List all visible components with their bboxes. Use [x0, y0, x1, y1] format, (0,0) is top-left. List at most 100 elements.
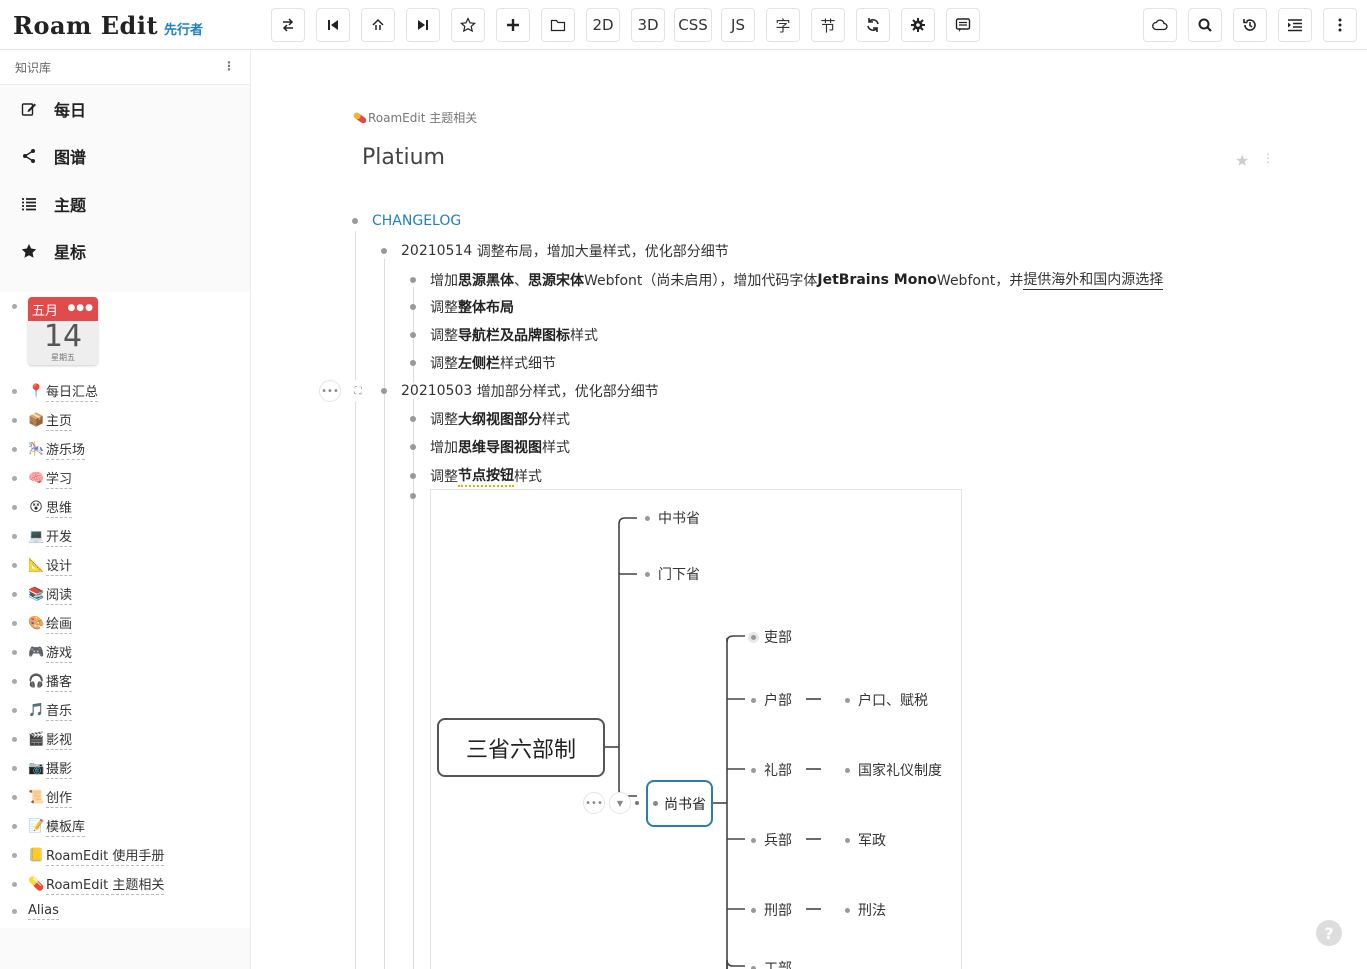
outline-block-v2-item2[interactable]: 增加 思维导图视图 样式: [410, 437, 570, 457]
favorite-item[interactable]: 🎧 播客: [12, 671, 73, 692]
breadcrumb[interactable]: RoamEdit 主题相关: [352, 109, 477, 126]
outline-block-v1-item1[interactable]: 增加 思源黑体、思源宋体 Webfont（尚未启用），增加代码字体 JetBrain…: [410, 269, 1164, 290]
mindmap-view[interactable]: 三省六部制 中书省 门下省 ••• ▼ 尚书省 吏部 户部 礼部 兵部 刑部 工…: [430, 489, 962, 969]
favorite-bullet[interactable]: [12, 563, 17, 568]
settings-button[interactable]: [901, 8, 935, 42]
add-button[interactable]: [496, 8, 530, 42]
favorite-item[interactable]: 📐 设计: [12, 555, 73, 576]
favorite-item[interactable]: 📚 阅读: [12, 584, 73, 605]
outline-block-v1[interactable]: 20210514 调整布局，增加大量样式，优化部分细节: [381, 241, 729, 261]
mindmap-selected-node[interactable]: 尚书省: [646, 780, 713, 827]
mindmap-node[interactable]: 吏部: [751, 627, 792, 647]
block-bullet[interactable]: [410, 360, 416, 366]
expand-icon[interactable]: ⛶: [347, 380, 369, 402]
favorite-item[interactable]: 🎠 游乐场: [12, 439, 86, 460]
favorite-item[interactable]: 📒 RoamEdit 使用手册: [12, 845, 165, 866]
history-button[interactable]: [1233, 8, 1267, 42]
folder-button[interactable]: [541, 8, 575, 42]
block-bullet[interactable]: [410, 276, 416, 283]
sidebar-item-starred[interactable]: 星标: [0, 228, 250, 276]
outline-block-changelog[interactable]: CHANGELOG: [352, 213, 461, 229]
jump-button[interactable]: [361, 8, 395, 42]
cloud-sync-button[interactable]: [1143, 8, 1177, 42]
favorite-item[interactable]: 😵 思维: [12, 497, 73, 518]
block-bullet[interactable]: [410, 444, 416, 450]
favorite-item[interactable]: 🎵 音乐: [12, 700, 73, 721]
favorite-item[interactable]: 📜 创作: [12, 787, 73, 808]
favorite-bullet[interactable]: [12, 795, 17, 800]
favorite-bullet[interactable]: [12, 418, 17, 423]
mindmap-node[interactable]: 刑法: [845, 900, 886, 920]
block-bullet[interactable]: [410, 416, 416, 422]
star-button[interactable]: [451, 8, 485, 42]
page-more-icon[interactable]: ⋮: [1262, 151, 1274, 165]
block-bullet[interactable]: [352, 218, 358, 224]
favorite-item[interactable]: 📝 模板库: [12, 816, 86, 837]
block-bullet[interactable]: [410, 304, 416, 310]
favorite-bullet[interactable]: [12, 909, 17, 914]
outline-block-mindmap[interactable]: [410, 493, 430, 499]
block-bullet[interactable]: [381, 388, 387, 394]
mindmap-node[interactable]: 工部: [751, 958, 792, 969]
favorite-bullet[interactable]: [12, 824, 17, 829]
mindmap-root-node[interactable]: 三省六部制: [437, 718, 605, 777]
outline-block-v2-item3[interactable]: 调整 节点按钮 样式: [410, 465, 542, 487]
changelog-link[interactable]: CHANGELOG: [372, 213, 461, 229]
outline-block-v2[interactable]: 20210503 增加部分样式，优化部分细节: [381, 381, 659, 401]
mindmap-node[interactable]: 中书省: [645, 508, 700, 528]
outline-block-v1-item4[interactable]: 调整 左侧栏 样式细节: [410, 353, 556, 373]
sidebar-item-topics[interactable]: 主题: [0, 180, 250, 228]
favorite-item[interactable]: 🎨 绘画: [12, 613, 73, 634]
favorite-bullet[interactable]: [12, 621, 17, 626]
favorite-bullet[interactable]: [12, 447, 17, 452]
outline-toggle-button[interactable]: [1278, 8, 1312, 42]
favorite-bullet[interactable]: [12, 534, 17, 539]
block-bullet[interactable]: [410, 332, 416, 338]
refresh-button[interactable]: [856, 8, 890, 42]
mindmap-node[interactable]: 门下省: [645, 564, 700, 584]
block-bullet[interactable]: [410, 473, 416, 479]
comment-button[interactable]: [946, 8, 980, 42]
mindmap-node[interactable]: 军政: [845, 830, 886, 850]
favorite-item[interactable]: 🎮 游戏: [12, 642, 73, 663]
collapse-icon[interactable]: ▼: [609, 792, 631, 814]
block-bullet[interactable]: [381, 248, 387, 254]
sidebar-item-graph[interactable]: 图谱: [0, 133, 250, 181]
mindmap-node[interactable]: 礼部: [751, 760, 792, 780]
mindmap-node[interactable]: 刑部: [751, 900, 792, 920]
node-menu-icon[interactable]: •••: [583, 792, 605, 814]
favorite-item[interactable]: 💻 开发: [12, 526, 73, 547]
font-button[interactable]: 字: [766, 8, 800, 42]
favorite-bullet[interactable]: [12, 679, 17, 684]
mindmap-node[interactable]: 国家礼仪制度: [845, 760, 942, 780]
more-menu-button[interactable]: [1323, 8, 1357, 42]
last-page-button[interactable]: [406, 8, 440, 42]
favorite-bullet[interactable]: [12, 389, 17, 394]
favorite-item[interactable]: 🧠 学习: [12, 468, 73, 489]
favorite-bullet[interactable]: [12, 505, 17, 510]
mindmap-node[interactable]: 兵部: [751, 830, 792, 850]
outline-block-v1-item3[interactable]: 调整 导航栏及品牌图标 样式: [410, 325, 598, 345]
outline-block-v1-item2[interactable]: 调整 整体布局: [410, 297, 514, 317]
favorite-bullet[interactable]: [12, 882, 17, 887]
sidebar-more-icon[interactable]: ⋮: [223, 59, 235, 76]
mindmap-node[interactable]: 户部: [751, 690, 792, 710]
favorite-bullet[interactable]: [12, 766, 17, 771]
favorite-item[interactable]: Alias: [12, 903, 59, 920]
favorite-item[interactable]: 🎬 影视: [12, 729, 73, 750]
calendar-widget[interactable]: 五月 ●●● 14 星期五: [28, 297, 98, 365]
view-3d-button[interactable]: 3D: [631, 8, 665, 42]
swap-button[interactable]: [271, 8, 305, 42]
view-2d-button[interactable]: 2D: [586, 8, 620, 42]
favorite-item[interactable]: 📦 主页: [12, 410, 73, 431]
section-button[interactable]: 节: [811, 8, 845, 42]
page-star-icon[interactable]: ★: [1235, 151, 1249, 170]
favorite-bullet[interactable]: [12, 592, 17, 597]
favorite-bullet[interactable]: [12, 708, 17, 713]
favorite-item[interactable]: 📍 每日汇总: [12, 381, 99, 402]
search-button[interactable]: [1188, 8, 1222, 42]
outline-block-v2-item1[interactable]: 调整 大纲视图部分 样式: [410, 409, 570, 429]
favorite-bullet[interactable]: [12, 476, 17, 481]
mindmap-node[interactable]: 户口、赋税: [845, 690, 928, 710]
sidebar-item-daily[interactable]: 每日: [0, 85, 250, 133]
